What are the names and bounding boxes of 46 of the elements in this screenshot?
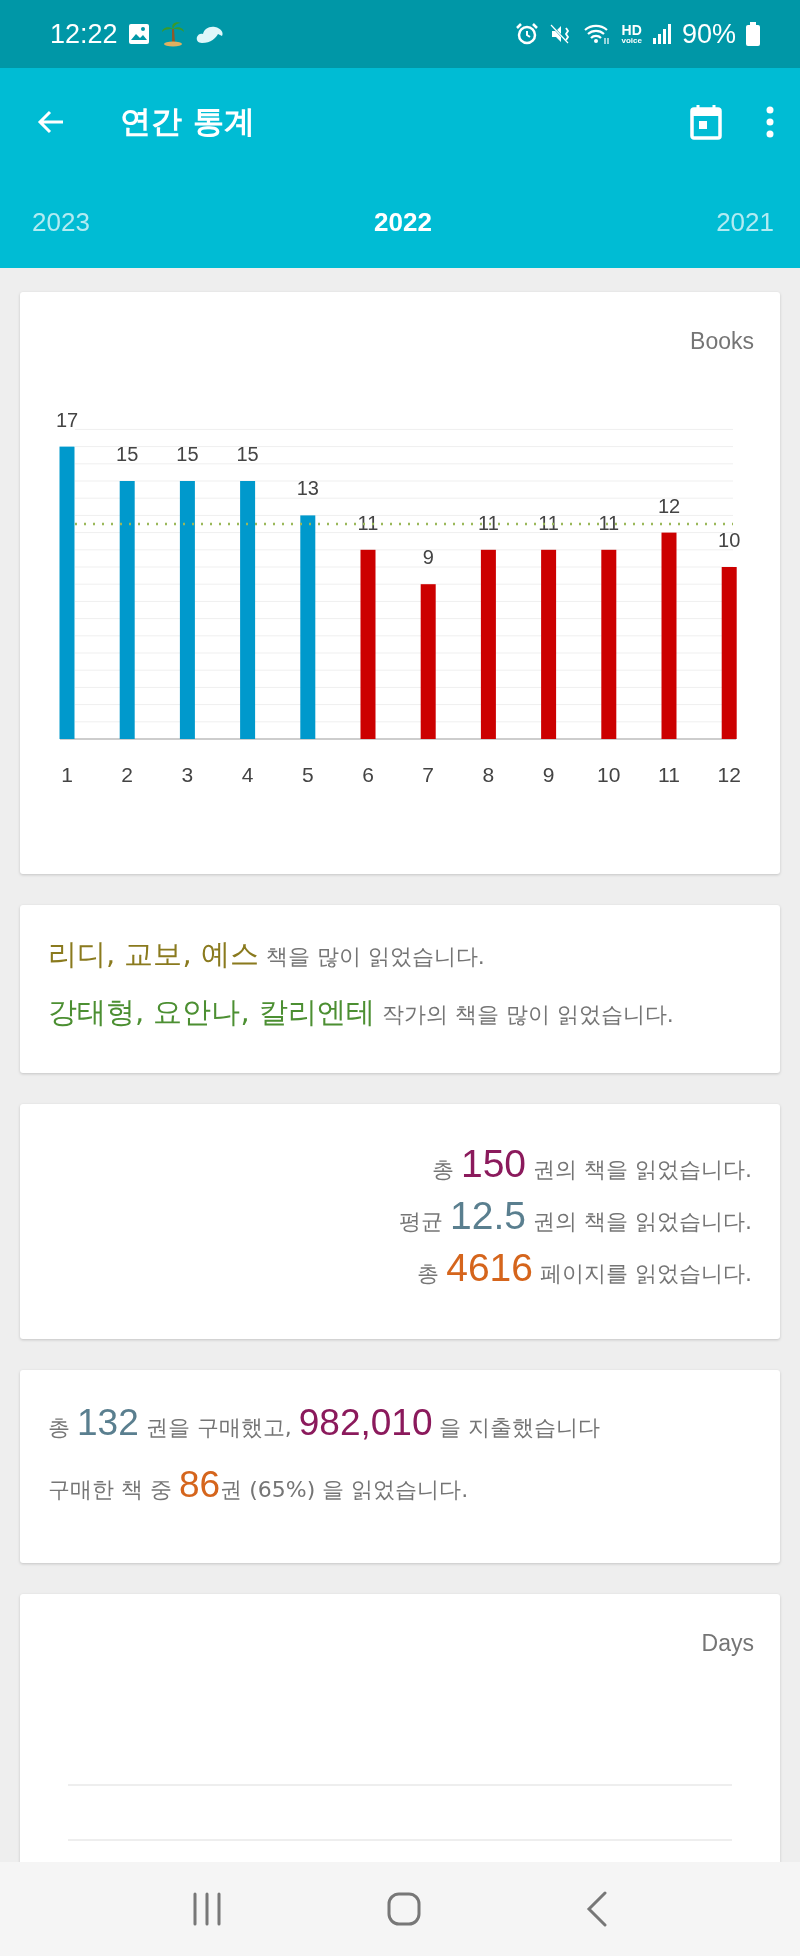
value-label: 10 bbox=[718, 529, 741, 551]
battery-icon bbox=[746, 22, 760, 46]
chart-unit-label: Books bbox=[690, 328, 754, 355]
favorites-line: 강태형, 요안나, 칼리엔테 작가의 책을 많이 읽었습니다. bbox=[48, 994, 674, 1031]
axis-label: 6 bbox=[362, 763, 374, 786]
axis-label: 3 bbox=[181, 763, 194, 786]
axis-label: 9 bbox=[542, 763, 555, 786]
value-label: 9 bbox=[422, 546, 434, 569]
screen-title: 연간 통계 bbox=[120, 102, 256, 141]
axis-label: 4 bbox=[241, 763, 254, 786]
axis-label: 8 bbox=[482, 763, 495, 786]
value-label: 13 bbox=[296, 477, 319, 500]
palm-tree-icon bbox=[159, 21, 186, 47]
year-tab[interactable]: 2021 bbox=[716, 206, 774, 238]
favorites-line: 리디, 교보, 예스 책을 많이 읽었습니다. bbox=[48, 936, 485, 973]
axis-label: 11 bbox=[658, 763, 680, 786]
value-label: 11 bbox=[598, 511, 620, 534]
totals-line: 총 4616 페이지를 읽었습니다. bbox=[417, 1246, 752, 1290]
value-label: 15 bbox=[116, 443, 139, 465]
more-icon[interactable] bbox=[764, 105, 776, 139]
battery-percent: 90% bbox=[681, 18, 736, 50]
hd-voice-label: HD voice bbox=[621, 23, 642, 45]
status-time: 12:22 bbox=[50, 18, 118, 50]
axis-label: 7 bbox=[422, 763, 435, 786]
wifi-icon bbox=[583, 22, 612, 46]
purchases-line: 구매한 책 중 86권 (65%) 을 읽었습니다. bbox=[48, 1464, 469, 1506]
axis-label: 5 bbox=[301, 763, 314, 786]
signal-icon bbox=[651, 23, 672, 45]
image-icon bbox=[127, 23, 150, 45]
chart-unit-label: Days bbox=[701, 1630, 754, 1657]
totals-line: 총 150 권의 책을 읽었습니다. bbox=[431, 1142, 752, 1186]
value-label: 15 bbox=[176, 443, 199, 465]
totals-line: 평균 12.5 권의 책을 읽었습니다. bbox=[399, 1194, 752, 1238]
axis-label: 10 bbox=[597, 763, 621, 786]
value-label: 15 bbox=[236, 443, 259, 465]
calendar-icon[interactable] bbox=[690, 104, 722, 140]
year-tab[interactable]: 2022 bbox=[374, 206, 432, 238]
value-label: 11 bbox=[478, 511, 499, 534]
value-label: 17 bbox=[55, 408, 79, 431]
axis-label: 12 bbox=[717, 763, 741, 786]
year-tab[interactable]: 2023 bbox=[32, 206, 90, 238]
axis-label: 1 bbox=[61, 763, 73, 786]
alarm-icon bbox=[515, 22, 540, 46]
purchases-line: 총 132 권을 구매했고, 982,010 을 지출했습니다 bbox=[48, 1402, 601, 1444]
value-label: 12 bbox=[657, 494, 681, 517]
axis-label: 2 bbox=[121, 763, 134, 786]
